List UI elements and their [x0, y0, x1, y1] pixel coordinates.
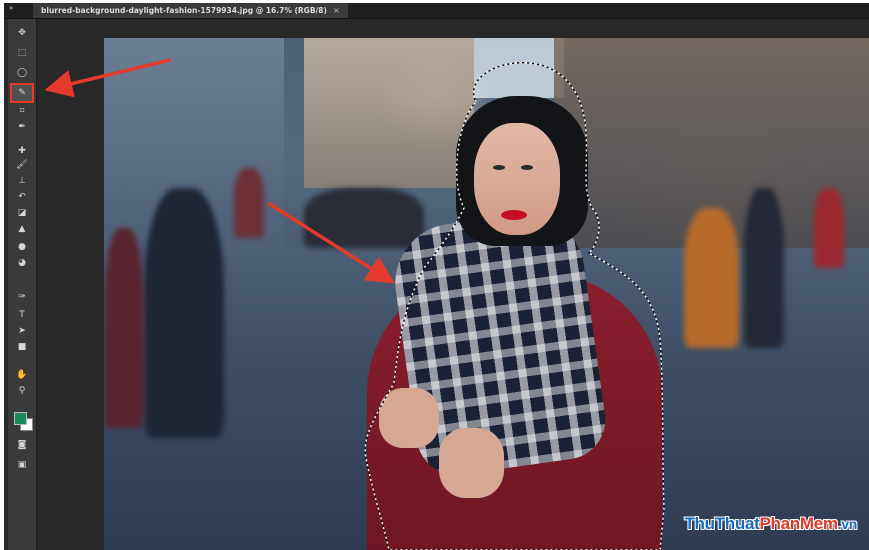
history-brush-tool[interactable]: ↶: [12, 189, 32, 205]
hand: [439, 428, 504, 498]
type-tool[interactable]: T: [12, 307, 32, 323]
arrow-cursor-icon: ➤: [18, 326, 26, 336]
bandage-icon: ✚: [18, 146, 26, 156]
blurred-pedestrian: [104, 228, 144, 428]
blurred-pedestrian: [744, 188, 784, 348]
dodge-tool[interactable]: ◕: [12, 255, 32, 271]
pen-icon: ✑: [18, 292, 26, 302]
screen-mode-icon: ▣: [17, 460, 27, 470]
history-brush-icon: ↶: [18, 192, 26, 202]
marquee-tool[interactable]: ⬚: [12, 45, 32, 61]
lasso-tool[interactable]: ◯: [12, 65, 32, 81]
eraser-icon: ◪: [17, 208, 27, 218]
document-tab[interactable]: blurred-background-daylight-fashion-1579…: [33, 3, 348, 18]
crop-tool[interactable]: ⌗: [12, 103, 32, 119]
blur-tool[interactable]: ●: [12, 239, 32, 255]
hand-icon: ✋: [16, 370, 28, 380]
blurred-pedestrian: [144, 188, 224, 438]
hand: [379, 388, 439, 448]
canvas-area[interactable]: ThuThuatPhanMem.vn: [37, 19, 869, 550]
dodge-icon: ◕: [18, 258, 26, 268]
move-tool[interactable]: ✥: [12, 25, 32, 41]
rectangle-icon: ■: [17, 342, 27, 352]
pen-tool[interactable]: ✑: [12, 289, 32, 305]
quick-mask-icon: ◙: [17, 440, 27, 450]
crop-icon: ⌗: [19, 106, 25, 116]
zoom-tool[interactable]: ⚲: [12, 383, 32, 399]
type-icon: T: [19, 310, 25, 320]
stamp-icon: ⊥: [18, 176, 26, 186]
eye: [521, 165, 533, 170]
blurred-pedestrian: [304, 188, 424, 248]
path-selection-tool[interactable]: ➤: [12, 323, 32, 339]
watermark: ThuThuatPhanMem.vn: [684, 514, 857, 534]
close-tab-icon[interactable]: ×: [333, 3, 340, 18]
photoshop-window: » blurred-background-daylight-fashion-15…: [4, 3, 869, 550]
marquee-icon: ⬚: [17, 48, 27, 58]
background-sky: [474, 38, 564, 98]
eraser-tool[interactable]: ◪: [12, 205, 32, 221]
background-building: [304, 38, 474, 188]
move-icon: ✥: [18, 28, 26, 38]
drop-icon: ●: [18, 242, 26, 252]
watermark-part1: ThuThuat: [684, 514, 760, 533]
watermark-part2: PhanMem: [759, 514, 838, 533]
brush-tool[interactable]: 🖌: [12, 157, 32, 173]
quick-selection-tool[interactable]: ✎: [10, 83, 34, 103]
screen-mode-button[interactable]: ▣: [12, 457, 32, 473]
eye: [493, 165, 505, 170]
zoom-icon: ⚲: [18, 386, 26, 396]
watermark-part3: .vn: [837, 516, 858, 532]
collapse-panel-icon[interactable]: »: [9, 4, 13, 12]
document-tab-bar: » blurred-background-daylight-fashion-15…: [4, 3, 869, 19]
paint-bucket-icon: ▲: [18, 224, 26, 234]
quick-selection-icon: ✎: [18, 88, 26, 98]
rectangle-tool[interactable]: ■: [12, 339, 32, 355]
clone-stamp-tool[interactable]: ⊥: [12, 173, 32, 189]
eyedropper-tool[interactable]: ✒: [12, 119, 32, 135]
quick-mask-button[interactable]: ◙: [12, 437, 32, 453]
blurred-pedestrian: [684, 208, 739, 348]
blurred-pedestrian: [814, 188, 844, 268]
hand-tool[interactable]: ✋: [12, 367, 32, 383]
document-image[interactable]: ThuThuatPhanMem.vn: [104, 38, 869, 550]
tools-panel: ✥ ⬚ ◯ ✎ ⌗ ✒ ✚ 🖌 ⊥ ↶ ◪ ▲ ● ◕ ✑ T ➤ ■ ✋ ⚲ ◙ ▣: [8, 19, 37, 550]
foreground-color-swatch[interactable]: [14, 412, 27, 425]
document-tab-title: blurred-background-daylight-fashion-1579…: [41, 6, 327, 15]
lasso-icon: ◯: [16, 68, 28, 78]
eyedropper-icon: ✒: [18, 122, 26, 132]
blurred-pedestrian: [234, 168, 264, 238]
lips: [501, 210, 527, 220]
gradient-tool[interactable]: ▲: [12, 221, 32, 237]
brush-icon: 🖌: [16, 160, 28, 170]
